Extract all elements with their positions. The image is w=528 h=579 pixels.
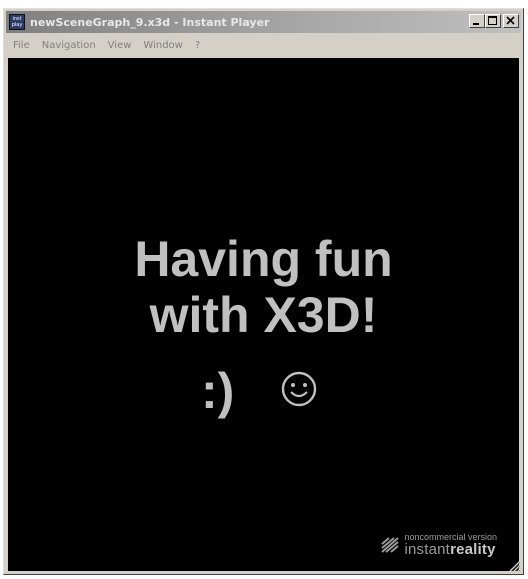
- smiley-row: :): [8, 363, 519, 419]
- watermark-text: noncommercial version instantreality: [404, 533, 497, 558]
- menu-navigation[interactable]: Navigation: [36, 40, 102, 51]
- maximize-button[interactable]: [485, 14, 501, 28]
- scene-text-line-2: with X3D!: [149, 287, 378, 343]
- instantreality-watermark: noncommercial version instantreality: [380, 533, 497, 557]
- instant-player-window: inst play newSceneGraph_9.x3d - Instant …: [3, 8, 524, 575]
- menu-help[interactable]: ?: [189, 40, 206, 51]
- smiley-face-icon: [281, 371, 317, 407]
- minimize-button[interactable]: [469, 14, 485, 28]
- brand-name-light: instant: [404, 541, 451, 558]
- menu-window[interactable]: Window: [137, 40, 188, 51]
- title-bar[interactable]: inst play newSceneGraph_9.x3d - Instant …: [6, 11, 521, 33]
- emoticon-text: :): [201, 363, 235, 419]
- brand-name-bold: reality: [450, 541, 496, 558]
- menu-view[interactable]: View: [102, 40, 138, 51]
- caption-buttons: [469, 14, 519, 28]
- brand-name: instantreality: [404, 542, 495, 557]
- scene-text-line-1: Having fun: [134, 231, 393, 287]
- close-button[interactable]: [503, 14, 519, 28]
- instantreality-logo-icon: [381, 537, 400, 553]
- minimize-icon: [473, 23, 479, 25]
- close-icon: [506, 16, 515, 25]
- window-title: newSceneGraph_9.x3d - Instant Player: [30, 15, 270, 29]
- instant-player-app-icon[interactable]: inst play: [9, 14, 25, 30]
- x3d-render-viewport[interactable]: Having fun with X3D! :) noncommercial ve…: [8, 58, 519, 571]
- menu-bar: File Navigation View Window ?: [6, 34, 521, 56]
- menu-file[interactable]: File: [6, 40, 36, 51]
- maximize-icon: [488, 16, 497, 25]
- resize-grip-icon[interactable]: [509, 560, 521, 572]
